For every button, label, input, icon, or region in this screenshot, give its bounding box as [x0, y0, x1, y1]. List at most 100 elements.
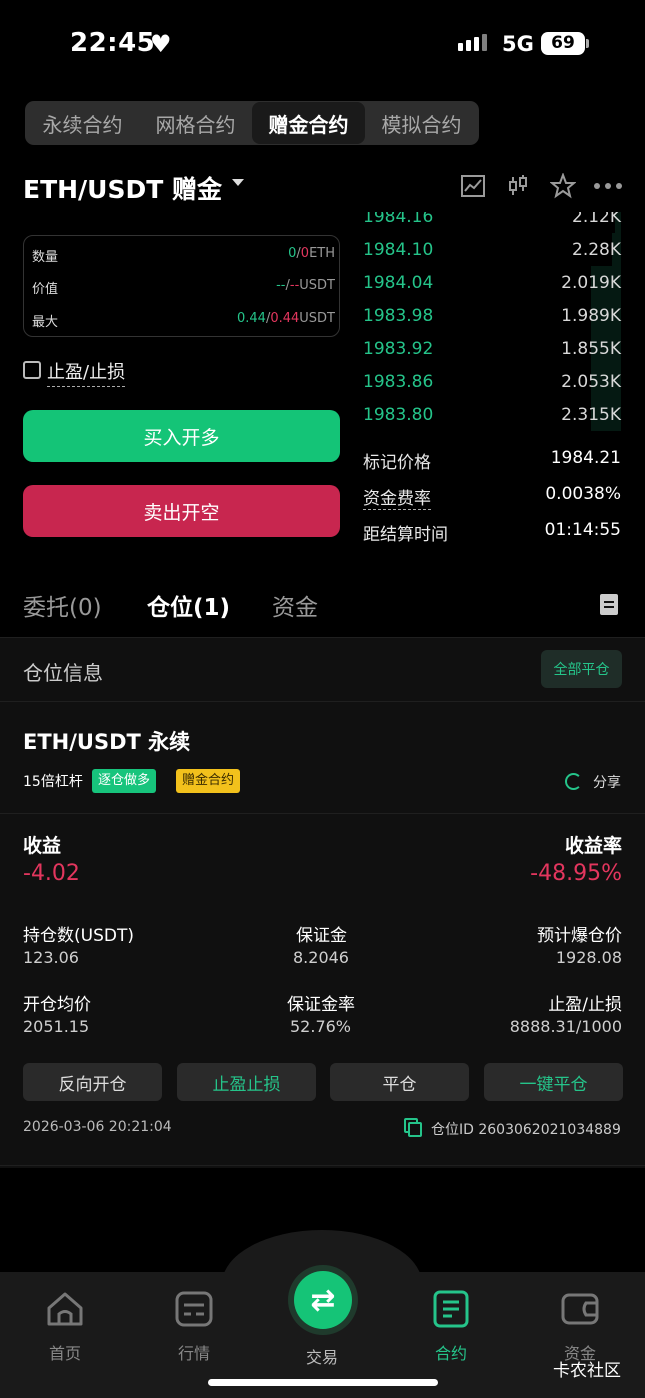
- position-size-value: 123.06: [23, 948, 79, 967]
- signal-icon: [458, 34, 487, 51]
- tab-grid[interactable]: 网格合约: [139, 102, 252, 144]
- wallet-icon: [561, 1293, 599, 1325]
- orderbook-qty: 1.989K: [561, 305, 621, 326]
- home-icon: [47, 1292, 83, 1326]
- market-icon: [175, 1291, 213, 1327]
- tpsl-label[interactable]: 止盈/止损: [47, 358, 126, 387]
- more-icon[interactable]: [593, 173, 623, 199]
- entry-price-label: 开仓均价: [23, 995, 91, 1015]
- leverage-label: 15倍杠杆: [23, 774, 83, 790]
- nav-assets[interactable]: 资金: [535, 1290, 625, 1364]
- roe-label: 收益率: [564, 835, 622, 857]
- value-label: 价值: [32, 282, 59, 297]
- close-position-button[interactable]: 平仓: [330, 1063, 469, 1101]
- tpsl-field-value: 8888.31/1000: [509, 1017, 622, 1036]
- orderbook-price: 1983.92: [363, 338, 434, 359]
- nav-home[interactable]: 首页: [20, 1290, 110, 1364]
- contract-type-tabs: 永续合约 网格合约 赠金合约 模拟合约: [25, 101, 479, 145]
- network-label: 5G: [502, 32, 534, 56]
- orderbook-row[interactable]: 1983.86 2.053K: [363, 365, 621, 398]
- tab-orders[interactable]: 委托(0): [23, 588, 102, 622]
- pnl-value: -4.02: [23, 861, 80, 886]
- position-size-label: 持仓数(USDT): [23, 926, 134, 946]
- liq-price-value: 1928.08: [555, 948, 622, 967]
- max-label: 最大: [32, 315, 59, 330]
- value-value: --/--USDT: [276, 278, 335, 293]
- bonus-tag: 赠金合约: [176, 769, 241, 793]
- tab-perpetual[interactable]: 永续合约: [26, 102, 139, 144]
- orderbook-qty: 2.053K: [561, 371, 621, 392]
- close-all-button[interactable]: 全部平仓: [541, 650, 622, 688]
- nav-contract-label: 合约: [434, 1344, 467, 1363]
- orderbook-row[interactable]: 1983.80 2.315K: [363, 398, 621, 431]
- orderbook-price: 1984.16: [363, 212, 434, 227]
- mode-tag: 逐仓做多: [92, 769, 157, 793]
- star-icon[interactable]: [550, 173, 576, 199]
- open-timestamp: 2026-03-06 20:21:04: [23, 1119, 172, 1135]
- chart-icon[interactable]: [460, 173, 486, 199]
- trade-swap-icon[interactable]: ⇄: [294, 1271, 352, 1329]
- divider: [0, 1165, 645, 1166]
- orderbook-qty: 2.12K: [572, 212, 621, 227]
- share-button[interactable]: 分享: [593, 772, 621, 792]
- one-click-close-button[interactable]: 一键平仓: [484, 1063, 623, 1101]
- nav-market[interactable]: 行情: [149, 1290, 239, 1364]
- orderbook-qty: 2.019K: [561, 272, 621, 293]
- orderbook-qty: 2.315K: [561, 404, 621, 425]
- nav-trade-label[interactable]: 交易: [306, 1344, 338, 1368]
- tab-bonus[interactable]: 赠金合约: [252, 102, 365, 144]
- reverse-position-button[interactable]: 反向开仓: [23, 1063, 162, 1101]
- tab-positions[interactable]: 仓位(1): [147, 588, 230, 622]
- sell-short-button[interactable]: 卖出开空: [23, 485, 340, 537]
- buy-long-button[interactable]: 买入开多: [23, 410, 340, 462]
- pair-selector[interactable]: ETH/USDT 赠金: [23, 170, 222, 206]
- orderbook-row[interactable]: 1983.92 1.855K: [363, 332, 621, 365]
- copy-icon-front[interactable]: [408, 1122, 422, 1137]
- heart-icon: ♥: [150, 30, 172, 58]
- max-value: 0.44/0.44USDT: [236, 311, 335, 326]
- liq-price-label: 预计爆仓价: [537, 926, 622, 946]
- contract-icon: [433, 1290, 469, 1328]
- order-summary-box: 数量 0/0ETH 价值 --/--USDT 最大 0.44/0.44USDT: [23, 235, 340, 337]
- orderbook-qty: 2.28K: [572, 239, 621, 260]
- funding-rate-row: 资金费率 0.0038%: [363, 484, 621, 510]
- orderbook-price: 1984.04: [363, 272, 434, 293]
- tab-assets[interactable]: 资金: [272, 588, 318, 622]
- battery-tip: [586, 39, 589, 48]
- pnl-label: 收益: [23, 835, 62, 857]
- margin-label: 保证金: [296, 926, 347, 946]
- share-icon[interactable]: [565, 773, 582, 790]
- divider: [0, 701, 645, 702]
- orderbook-row[interactable]: 1984.04 2.019K: [363, 266, 621, 299]
- nav-market-label: 行情: [177, 1344, 210, 1363]
- entry-price-value: 2051.15: [23, 1017, 90, 1036]
- candlestick-icon[interactable]: [505, 173, 531, 199]
- tpsl-field-label: 止盈/止损: [548, 995, 622, 1015]
- tab-demo[interactable]: 模拟合约: [365, 102, 478, 144]
- orderbook-price: 1984.10: [363, 239, 434, 260]
- orderbook-qty: 1.855K: [561, 338, 621, 359]
- tpsl-button[interactable]: 止盈止损: [177, 1063, 316, 1101]
- mark-price-row: 标记价格 1984.21: [363, 448, 621, 474]
- chevron-down-icon[interactable]: [232, 179, 244, 186]
- orderbook: 1984.16 2.12K 1984.10 2.28K 1984.04 2.019K 198…: [363, 212, 625, 437]
- margin-value: 8.2046: [293, 948, 349, 967]
- nav-home-label: 首页: [48, 1344, 81, 1363]
- nav-contract[interactable]: 合约: [406, 1290, 496, 1364]
- orderbook-row[interactable]: 1984.16 2.12K: [363, 212, 621, 233]
- value-row: 价值 --/--USDT: [32, 278, 335, 298]
- orderbook-price: 1983.98: [363, 305, 434, 326]
- document-icon[interactable]: [600, 594, 618, 615]
- settlement-value: 01:14:55: [544, 520, 621, 540]
- max-row: 最大 0.44/0.44USDT: [32, 311, 335, 331]
- settlement-label: 距结算时间: [363, 525, 448, 545]
- tpsl-checkbox[interactable]: [23, 361, 41, 379]
- funding-rate-value: 0.0038%: [545, 484, 621, 504]
- orderbook-row[interactable]: 1984.10 2.28K: [363, 233, 621, 266]
- orderbook-row[interactable]: 1983.98 1.989K: [363, 299, 621, 332]
- margin-ratio-value: 52.76%: [290, 1017, 352, 1036]
- settlement-row: 距结算时间 01:14:55: [363, 520, 621, 546]
- position-title[interactable]: ETH/USDT 永续: [23, 726, 190, 756]
- funding-rate-label[interactable]: 资金费率: [363, 484, 431, 510]
- position-info-title: 仓位信息: [23, 661, 103, 685]
